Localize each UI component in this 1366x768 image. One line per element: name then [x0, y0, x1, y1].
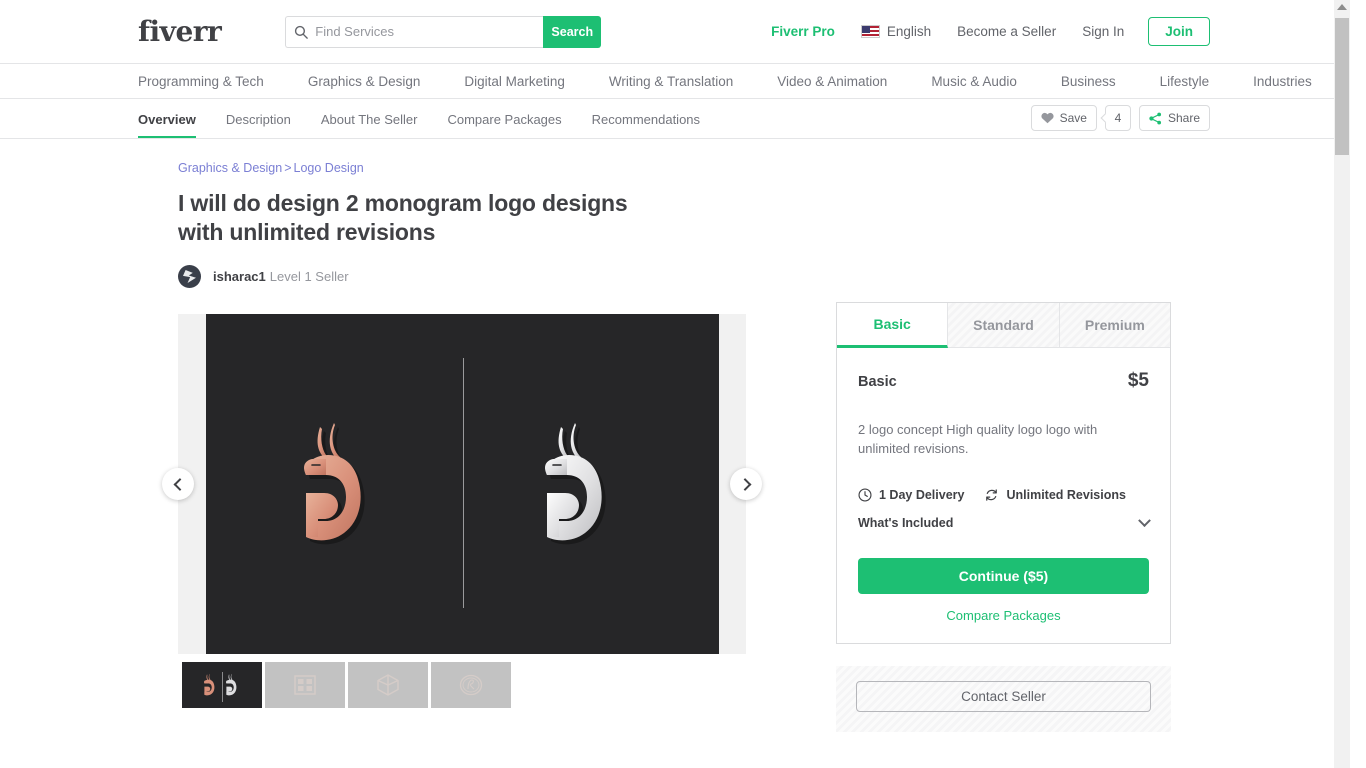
breadcrumb-child[interactable]: Logo Design — [294, 161, 364, 175]
package-price: $5 — [1127, 370, 1149, 391]
dragon-d-logo-silver-icon — [545, 423, 606, 545]
fiverr-logo[interactable]: fiverr — [138, 15, 222, 48]
continue-button[interactable]: Continue ($5) — [858, 558, 1149, 594]
search-box[interactable] — [285, 15, 544, 48]
save-label: Save — [1059, 111, 1087, 125]
scroll-up-arrow-icon[interactable] — [1337, 4, 1347, 10]
package-meta: 1 Day Delivery Unlimited Revisions — [858, 488, 1149, 502]
search-bar: Search — [285, 15, 602, 48]
delivery-time: 1 Day Delivery — [858, 488, 964, 502]
badge-mockup-icon — [459, 674, 483, 696]
package-body: Basic $5 2 logo concept High quality log… — [837, 348, 1170, 643]
category-lifestyle[interactable]: Lifestyle — [1160, 74, 1210, 89]
share-icon — [1149, 112, 1161, 124]
search-button[interactable]: Search — [543, 15, 602, 48]
package-name: Basic — [858, 374, 897, 390]
chevron-down-icon — [1138, 513, 1151, 527]
tab-description[interactable]: Description — [226, 112, 291, 138]
sign-in-link[interactable]: Sign In — [1082, 24, 1124, 39]
thumb-box-mockup[interactable] — [348, 662, 428, 708]
package-tabs: Basic Standard Premium — [837, 303, 1170, 348]
page-scrollbar[interactable] — [1334, 0, 1350, 768]
breadcrumb-parent[interactable]: Graphics & Design — [178, 161, 282, 175]
search-icon — [295, 25, 309, 39]
become-a-seller-link[interactable]: Become a Seller — [957, 24, 1056, 39]
gallery-thumbnails — [182, 662, 778, 708]
clock-icon — [858, 488, 872, 502]
page-title: I will do design 2 monogram logo designs… — [178, 190, 628, 245]
main-content: Graphics & Design > Logo Design I will do … — [0, 139, 1350, 768]
gig-gallery — [162, 314, 762, 654]
dragon-d-logo-copper-icon — [304, 423, 365, 545]
share-label: Share — [1167, 111, 1200, 125]
seller-name[interactable]: isharac1 — [213, 269, 266, 284]
thumb-monogram-pair[interactable] — [182, 662, 262, 708]
package-header: Basic $5 — [858, 370, 1149, 392]
category-nav: Programming & Tech Graphics & Design Dig… — [0, 64, 1350, 99]
whats-included-label: What's Included — [858, 516, 954, 530]
package-sidebar: Basic Standard Premium Basic $5 2 logo c… — [836, 302, 1171, 732]
package-description: 2 logo concept High quality logo logo wi… — [858, 422, 1098, 456]
contact-seller-button[interactable]: Contact Seller — [856, 681, 1151, 712]
tab-recommendations[interactable]: Recommendations — [592, 112, 700, 138]
seller-level-badge: Level 1 Seller — [269, 269, 349, 284]
heart-icon — [1041, 112, 1054, 124]
package-tab-premium[interactable]: Premium — [1059, 303, 1170, 348]
box-mockup-icon — [377, 674, 399, 696]
package-tab-basic[interactable]: Basic — [837, 303, 949, 348]
package-tab-standard[interactable]: Standard — [948, 303, 1060, 348]
gallery-image-divider — [462, 358, 464, 608]
category-industries[interactable]: Industries — [1253, 74, 1312, 89]
site-header: fiverr Search Fiverr Pro English Become … — [0, 0, 1350, 64]
gallery-prev-button[interactable] — [162, 468, 194, 500]
chevron-right-icon — [738, 477, 751, 491]
dragon-d-logo-silver-thumb-icon — [226, 673, 237, 696]
whats-included-toggle[interactable]: What's Included — [858, 513, 1151, 530]
gallery-next-button[interactable] — [730, 468, 762, 500]
thumb-grid-mockup[interactable] — [265, 662, 345, 708]
compare-packages-link[interactable]: Compare Packages — [858, 608, 1149, 623]
gig-tab-bar: Overview Description About The Seller Co… — [0, 99, 1350, 139]
seller-info: isharac1 Level 1 Seller — [178, 265, 778, 288]
dragon-d-logo-copper-thumb-icon — [204, 673, 215, 696]
category-digital-marketing[interactable]: Digital Marketing — [464, 74, 565, 89]
category-music-audio[interactable]: Music & Audio — [931, 74, 1017, 89]
fiverr-pro-link[interactable]: Fiverr Pro — [771, 24, 835, 39]
category-writing-translation[interactable]: Writing & Translation — [609, 74, 733, 89]
gig-left-column: Graphics & Design > Logo Design I will do … — [162, 161, 778, 768]
share-button[interactable]: Share — [1138, 105, 1210, 131]
package-card: Basic Standard Premium Basic $5 2 logo c… — [836, 302, 1171, 644]
avatar[interactable] — [178, 265, 201, 288]
join-button[interactable]: Join — [1148, 17, 1210, 46]
save-count: 4 — [1104, 105, 1131, 131]
language-selector[interactable]: English — [860, 24, 932, 39]
delivery-label: 1 Day Delivery — [879, 488, 965, 502]
breadcrumb: Graphics & Design > Logo Design — [178, 161, 778, 175]
chevron-left-icon — [173, 477, 186, 491]
category-video-animation[interactable]: Video & Animation — [777, 74, 887, 89]
category-business[interactable]: Business — [1061, 74, 1116, 89]
language-label: English — [886, 24, 932, 39]
category-programming-tech[interactable]: Programming & Tech — [138, 74, 264, 89]
revisions-label: Unlimited Revisions — [1006, 488, 1126, 502]
save-button[interactable]: Save — [1030, 105, 1097, 131]
us-flag-icon — [860, 25, 880, 38]
category-graphics-design[interactable]: Graphics & Design — [308, 74, 421, 89]
tab-overview[interactable]: Overview — [138, 112, 196, 138]
revisions-count: Unlimited Revisions — [984, 488, 1126, 502]
grid-mockup-icon — [294, 675, 316, 695]
gallery-main-image[interactable] — [206, 314, 719, 654]
tab-compare-packages[interactable]: Compare Packages — [447, 112, 561, 138]
search-input[interactable] — [315, 24, 536, 39]
header-actions: Fiverr Pro English Become a Seller Sign … — [745, 17, 1210, 46]
gig-actions: Save 4 Share — [1030, 105, 1210, 131]
tab-about-the-seller[interactable]: About The Seller — [321, 112, 418, 138]
thumb-badge-mockup[interactable] — [431, 662, 511, 708]
fiverr-gig-page: fiverr Search Fiverr Pro English Become … — [0, 0, 1350, 768]
contact-seller-card: Contact Seller — [836, 666, 1171, 732]
scrollbar-thumb[interactable] — [1335, 18, 1349, 155]
refresh-icon — [986, 489, 998, 501]
breadcrumb-separator: > — [284, 161, 292, 175]
